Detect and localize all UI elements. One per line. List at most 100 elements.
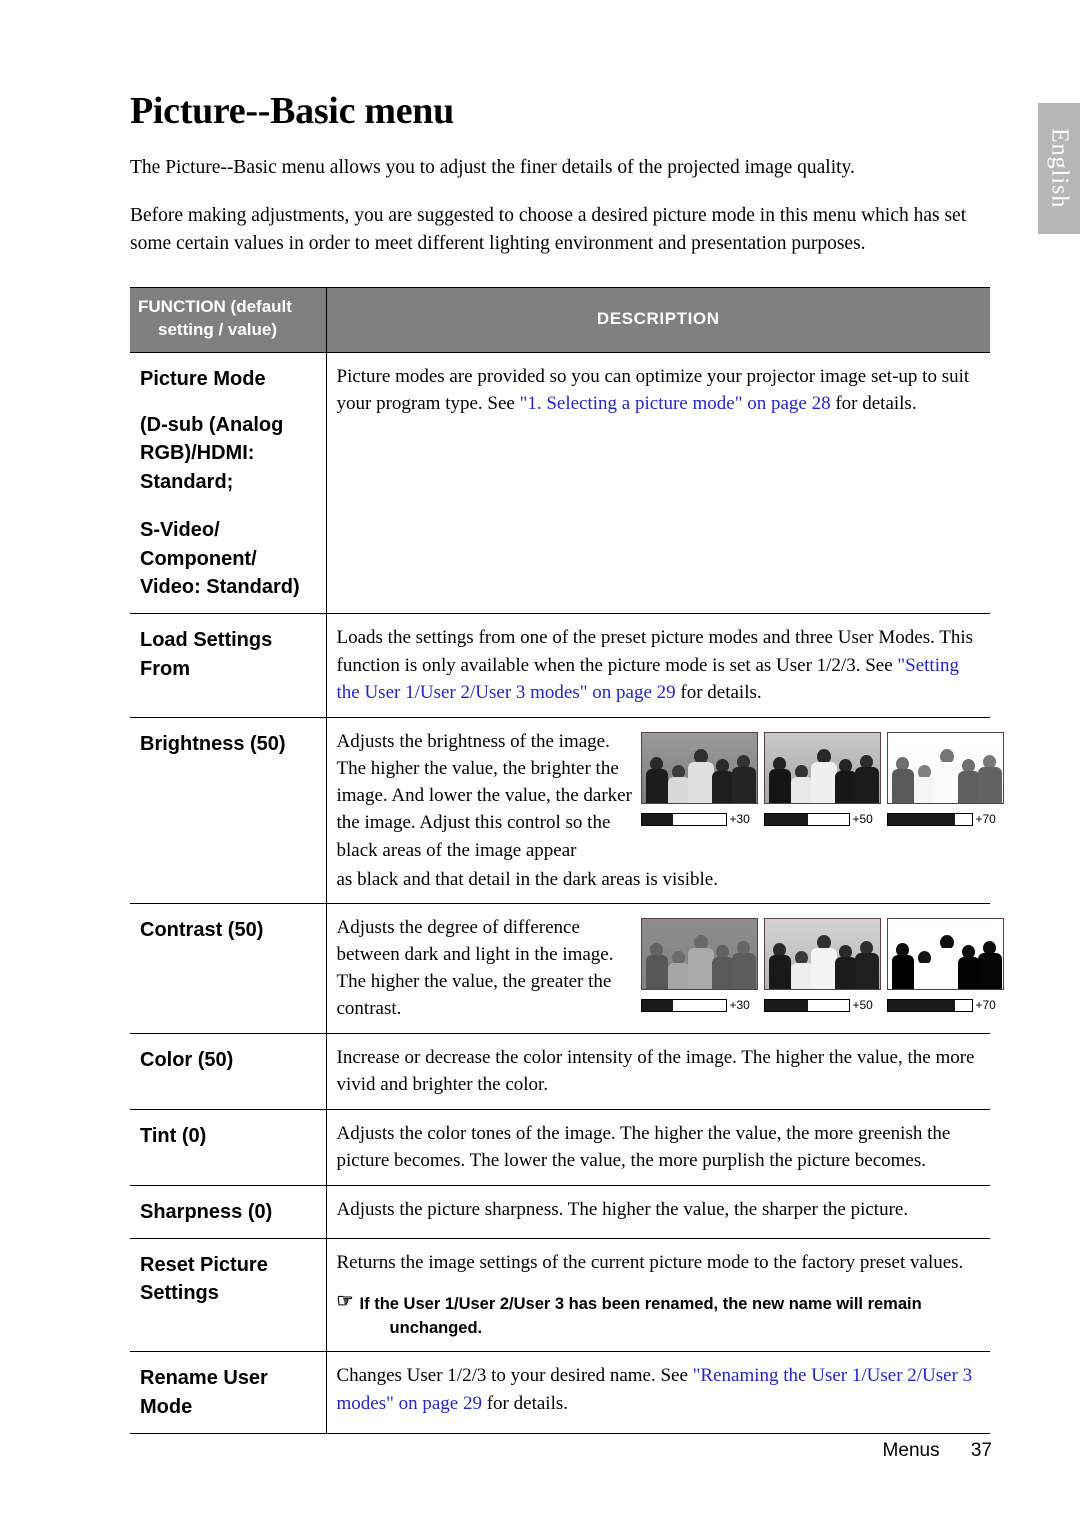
column-header-function-line1: FUNCTION (default: [138, 296, 292, 316]
function-sub-line: RGB)/HDMI:: [140, 442, 255, 465]
column-header-function: FUNCTION (default setting / value): [130, 286, 327, 353]
sample-thumbnail-image: [640, 917, 758, 990]
table-row: Brightness (50) Adjusts the brightness o…: [130, 717, 1004, 904]
row-description-sharpness: Adjusts the picture sharpness. The highe…: [326, 1185, 990, 1240]
row-function-tint: Tint (0): [130, 1109, 327, 1186]
function-sub-line: (D-sub (Analog: [140, 413, 284, 436]
description-post: for details.: [830, 393, 917, 415]
row-function-reset-picture-settings: Reset Picture Settings: [130, 1238, 327, 1353]
brightness-slider[interactable]: +70: [886, 811, 1002, 828]
contrast-slider[interactable]: +30: [640, 997, 756, 1014]
table-row: Rename User Mode Changes User 1/2/3 to y…: [130, 1351, 990, 1434]
slider-track[interactable]: [763, 813, 850, 827]
intro-paragraph-2: Before making adjustments, you are sugge…: [130, 205, 967, 255]
sample-thumbnail-image: [886, 917, 1004, 990]
function-sub-line: Standard;: [140, 470, 234, 493]
row-description-tint: Adjusts the color tones of the image. Th…: [326, 1109, 990, 1186]
sample-figure: +70: [886, 917, 1004, 1023]
row-description-reset-picture-settings: Returns the image settings of the curren…: [326, 1238, 990, 1353]
sample-thumbnail-image: [763, 731, 881, 804]
function-label: Tint (0): [140, 1124, 207, 1147]
row-function-picture-mode: Picture Mode (D-sub (Analog RGB)/HDMI: S…: [130, 352, 327, 615]
sample-figure: +30: [640, 731, 758, 864]
table-row: Color (50) Increase or decrease the colo…: [130, 1033, 990, 1110]
row-function-color: Color (50): [130, 1033, 327, 1110]
description-pre: Loads the settings from one of the prese…: [336, 627, 974, 676]
row-description-contrast: Adjusts the degree of difference between…: [326, 903, 1004, 1034]
function-sub-line: Component/: [140, 547, 257, 570]
table-header-row: FUNCTION (default setting / value) DESCR…: [130, 286, 990, 353]
table-row: Reset Picture Settings Returns the image…: [130, 1238, 990, 1353]
page-content: Picture--Basic menu The Picture--Basic m…: [130, 0, 1004, 1434]
pointing-hand-icon: ☞: [336, 1290, 354, 1312]
sample-thumbnail-image: [886, 731, 1004, 804]
contrast-sample-block: Adjusts the degree of difference between…: [336, 914, 1004, 1023]
table-row: Contrast (50) Adjusts the degree of diff…: [130, 903, 1004, 1034]
description-text-tail: as black and that detail in the dark are…: [336, 868, 718, 890]
description-post: for details.: [675, 682, 762, 704]
slider-track[interactable]: [640, 999, 727, 1013]
row-function-sharpness: Sharpness (0): [130, 1185, 327, 1240]
row-description-picture-mode: Picture modes are provided so you can op…: [326, 352, 990, 615]
column-header-description: DESCRIPTION: [326, 286, 990, 353]
description-text: Adjusts the degree of difference between…: [336, 916, 614, 1020]
sample-thumbnail-image: [640, 731, 758, 804]
slider-value: +30: [729, 997, 750, 1012]
brightness-sample-figures: +30 +50 +70: [640, 728, 1004, 864]
language-tab-label: English: [1046, 128, 1073, 209]
description-text: Increase or decrease the color intensity…: [336, 1046, 975, 1096]
row-description-brightness: Adjusts the brightness of the image. The…: [326, 717, 1004, 904]
slider-track[interactable]: [763, 999, 850, 1013]
description-text: Adjusts the color tones of the image. Th…: [336, 1122, 951, 1172]
description-text: Changes User 1/2/3 to your desired name.…: [337, 1362, 981, 1417]
slider-track[interactable]: [640, 813, 727, 827]
note-line-1: If the User 1/User 2/User 3 has been ren…: [359, 1294, 922, 1313]
function-label: Brightness (50): [140, 732, 286, 755]
note-text: If the User 1/User 2/User 3 has been ren…: [360, 1291, 922, 1342]
sample-figure: +50: [763, 917, 881, 1023]
row-description-rename-user-mode: Changes User 1/2/3 to your desired name.…: [326, 1351, 990, 1434]
description-text: Adjusts the picture sharpness. The highe…: [336, 1198, 909, 1220]
description-text: Adjusts the brightness of the image. The…: [336, 730, 632, 861]
slider-track[interactable]: [886, 999, 973, 1013]
sample-figure: +30: [640, 917, 758, 1023]
function-label: Picture Mode: [140, 367, 266, 390]
brightness-slider[interactable]: +50: [763, 811, 879, 828]
slider-value: +50: [852, 811, 873, 826]
footer-section-label: Menus: [882, 1440, 940, 1461]
contrast-slider[interactable]: +50: [763, 997, 879, 1014]
row-description-load-settings-from: Loads the settings from one of the prese…: [326, 613, 990, 718]
slider-value: +70: [975, 811, 996, 826]
function-sub-line: Video: Standard): [140, 575, 300, 598]
contrast-slider[interactable]: +70: [886, 997, 1002, 1014]
brightness-sample-block: Adjusts the brightness of the image. The…: [336, 728, 1004, 864]
contrast-sample-figures: +30 +50 +70: [640, 914, 1004, 1023]
description-pre: Changes User 1/2/3 to your desired name.…: [336, 1365, 693, 1387]
description-text: Picture modes are provided so you can op…: [337, 363, 981, 418]
description-post: for details.: [481, 1392, 568, 1414]
function-label: Rename User Mode: [140, 1367, 268, 1418]
function-label: Contrast (50): [140, 918, 264, 941]
table-header: FUNCTION (default setting / value) DESCR…: [130, 286, 990, 353]
footer-page-number: 37: [970, 1440, 992, 1461]
row-function-rename-user-mode: Rename User Mode: [130, 1351, 327, 1434]
row-function-contrast: Contrast (50): [130, 903, 327, 1034]
table-row: Load Settings From Loads the settings fr…: [130, 613, 990, 718]
page-title: Picture--Basic menu: [130, 90, 454, 132]
description-text: Loads the settings from one of the prese…: [337, 624, 981, 707]
table-row: Tint (0) Adjusts the color tones of the …: [130, 1109, 990, 1186]
slider-value: +30: [729, 811, 750, 826]
function-label: Color (50): [140, 1048, 234, 1071]
column-header-function-line2: setting / value): [158, 319, 278, 339]
slider-value: +50: [852, 997, 873, 1012]
sample-figure: +50: [763, 731, 881, 864]
function-label: Sharpness (0): [140, 1200, 273, 1223]
cross-reference-link[interactable]: "1. Selecting a picture mode" on page 28: [520, 393, 831, 414]
sample-figure: +70: [886, 731, 1004, 864]
page-footer: Menus 37: [0, 1440, 992, 1462]
slider-value: +70: [975, 997, 996, 1012]
brightness-slider[interactable]: +30: [640, 811, 756, 828]
slider-track[interactable]: [886, 813, 973, 827]
sample-thumbnail-image: [763, 917, 881, 990]
row-description-color: Increase or decrease the color intensity…: [326, 1033, 990, 1110]
